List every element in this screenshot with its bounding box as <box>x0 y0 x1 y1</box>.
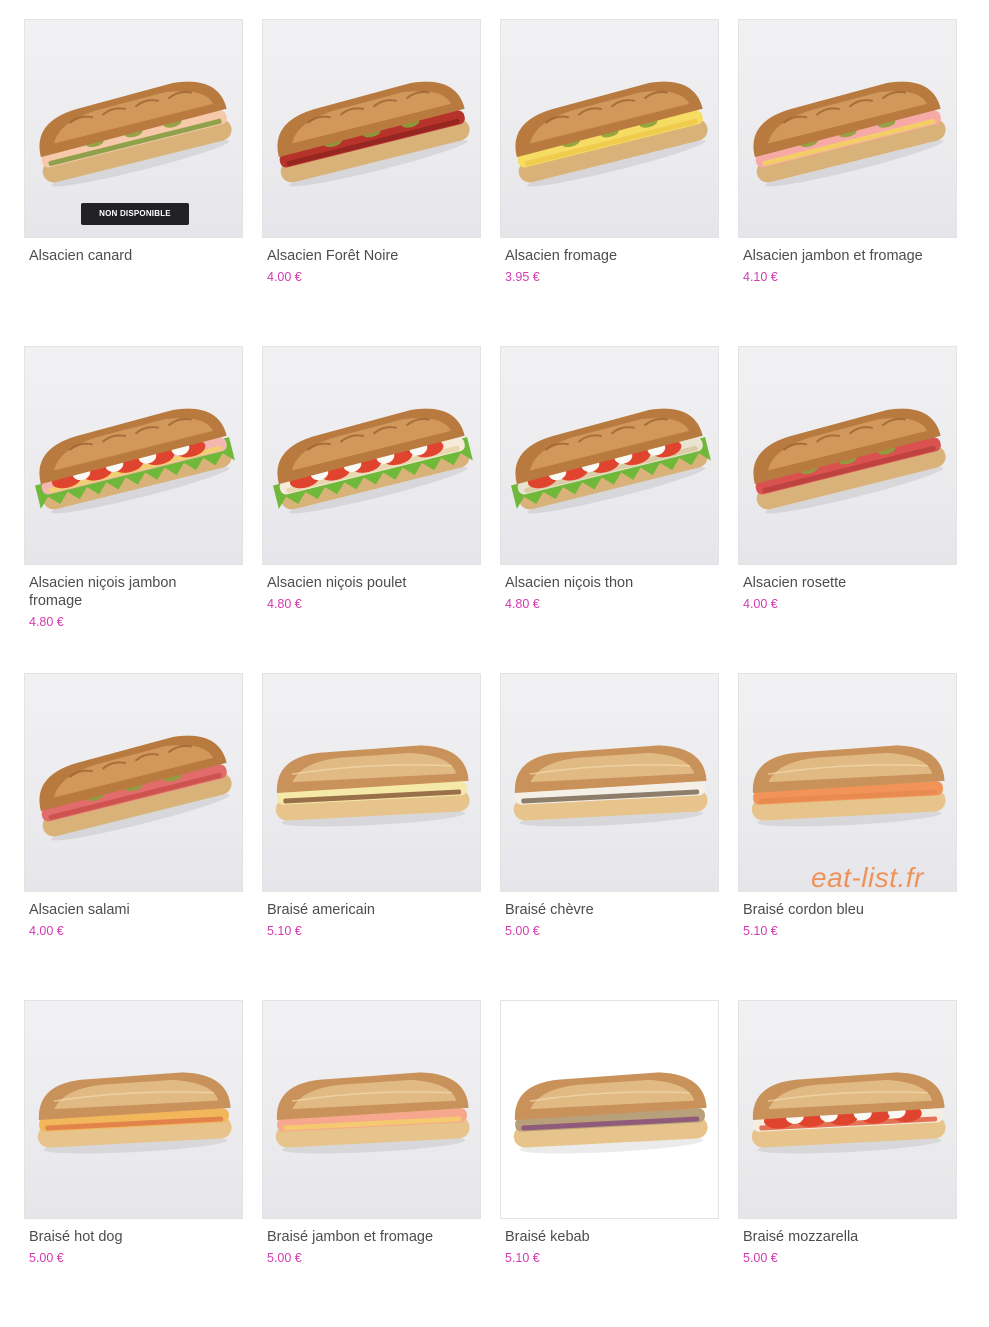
sandwich-illustration <box>277 81 470 187</box>
sandwich-illustration <box>513 745 708 827</box>
product-card[interactable]: Alsacien niçois poulet 4.80 € <box>262 346 481 673</box>
product-image[interactable] <box>500 346 719 565</box>
product-name[interactable]: Alsacien jambon et fromage <box>743 247 923 265</box>
product-name[interactable]: Braisé americain <box>267 901 447 919</box>
product-name[interactable]: Braisé chèvre <box>505 901 685 919</box>
product-name[interactable]: Braisé kebab <box>505 1228 685 1246</box>
product-image[interactable] <box>24 1000 243 1219</box>
sandwich-illustration <box>35 408 235 514</box>
product-card[interactable]: NON DISPONIBLE Alsacien canard <box>24 19 243 346</box>
product-card[interactable]: Braisé cordon bleu 5.10 € <box>738 673 957 1000</box>
product-card[interactable]: Braisé mozzarella 5.00 € <box>738 1000 957 1327</box>
product-card[interactable]: Braisé americain 5.10 € <box>262 673 481 1000</box>
product-price: 3.95 € <box>505 270 540 284</box>
product-card[interactable]: Alsacien niçois jambon fromage 4.80 € <box>24 346 243 673</box>
sandwich-image <box>513 745 708 827</box>
product-price: 5.00 € <box>267 1251 302 1265</box>
sandwich-image <box>751 745 946 827</box>
product-price: 5.10 € <box>743 924 778 938</box>
product-price: 4.10 € <box>743 270 778 284</box>
product-price: 4.80 € <box>505 597 540 611</box>
product-name[interactable]: Alsacien Forêt Noire <box>267 247 447 265</box>
product-image[interactable] <box>262 19 481 238</box>
product-card[interactable]: Braisé chèvre 5.00 € <box>500 673 719 1000</box>
sandwich-illustration <box>513 1072 708 1154</box>
product-price: 4.80 € <box>29 615 64 629</box>
product-name[interactable]: Braisé hot dog <box>29 1228 209 1246</box>
sandwich-image <box>513 1072 708 1154</box>
sandwich-image <box>511 408 711 514</box>
sandwich-image <box>39 81 232 187</box>
product-price: 4.00 € <box>743 597 778 611</box>
product-price: 4.00 € <box>267 270 302 284</box>
product-name[interactable]: Alsacien salami <box>29 901 209 919</box>
sandwich-illustration <box>273 408 473 514</box>
product-price: 5.00 € <box>505 924 540 938</box>
product-card[interactable]: Braisé kebab 5.10 € <box>500 1000 719 1327</box>
product-image[interactable] <box>738 673 957 892</box>
sandwich-illustration <box>275 1072 470 1154</box>
product-price: 5.00 € <box>29 1251 64 1265</box>
sandwich-illustration <box>511 408 711 514</box>
product-card[interactable]: Alsacien niçois thon 4.80 € <box>500 346 719 673</box>
product-card[interactable]: Alsacien rosette 4.00 € <box>738 346 957 673</box>
sandwich-illustration <box>753 408 946 514</box>
product-image[interactable] <box>500 673 719 892</box>
product-name[interactable]: Braisé jambon et fromage <box>267 1228 447 1246</box>
product-price: 5.10 € <box>267 924 302 938</box>
unavailable-badge: NON DISPONIBLE <box>81 203 189 225</box>
product-image[interactable] <box>500 19 719 238</box>
product-card[interactable]: Alsacien jambon et fromage 4.10 € <box>738 19 957 346</box>
product-image[interactable] <box>500 1000 719 1219</box>
product-image[interactable] <box>24 673 243 892</box>
product-image[interactable]: NON DISPONIBLE <box>24 19 243 238</box>
product-grid: NON DISPONIBLE Alsacien canard Alsacien Fo… <box>24 19 957 1327</box>
sandwich-image <box>37 1072 232 1154</box>
product-name[interactable]: Alsacien canard <box>29 247 209 265</box>
sandwich-image <box>275 1072 470 1154</box>
product-card[interactable]: Alsacien fromage 3.95 € <box>500 19 719 346</box>
sandwich-illustration <box>753 81 946 187</box>
product-name[interactable]: Braisé mozzarella <box>743 1228 923 1246</box>
product-name[interactable]: Braisé cordon bleu <box>743 901 923 919</box>
sandwich-image <box>39 735 232 841</box>
product-name[interactable]: Alsacien niçois poulet <box>267 574 447 592</box>
sandwich-image <box>751 1072 946 1154</box>
product-image[interactable] <box>738 19 957 238</box>
sandwich-image <box>273 408 473 514</box>
product-name[interactable]: Alsacien fromage <box>505 247 685 265</box>
product-name[interactable]: Alsacien niçois jambon fromage <box>29 574 209 610</box>
watermark: eat-list.fr <box>811 862 924 893</box>
product-card[interactable]: Braisé hot dog 5.00 € <box>24 1000 243 1327</box>
product-image[interactable] <box>262 1000 481 1219</box>
product-image[interactable] <box>738 1000 957 1219</box>
product-image[interactable] <box>738 346 957 565</box>
product-card[interactable]: Alsacien Forêt Noire 4.00 € <box>262 19 481 346</box>
product-price: 5.00 € <box>743 1251 778 1265</box>
sandwich-image <box>35 408 235 514</box>
product-card[interactable]: Alsacien salami 4.00 € <box>24 673 243 1000</box>
sandwich-image <box>515 81 708 187</box>
product-image[interactable] <box>262 673 481 892</box>
product-price: 4.00 € <box>29 924 64 938</box>
product-price: 5.10 € <box>505 1251 540 1265</box>
sandwich-image <box>275 745 470 827</box>
sandwich-image <box>753 408 946 514</box>
sandwich-image <box>753 81 946 187</box>
sandwich-illustration <box>39 735 232 841</box>
sandwich-illustration <box>37 1072 232 1154</box>
product-image[interactable] <box>262 346 481 565</box>
sandwich-illustration <box>751 745 946 827</box>
product-image[interactable] <box>24 346 243 565</box>
sandwich-image <box>277 81 470 187</box>
sandwich-illustration <box>275 745 470 827</box>
product-name[interactable]: Alsacien rosette <box>743 574 923 592</box>
product-card[interactable]: Braisé jambon et fromage 5.00 € <box>262 1000 481 1327</box>
sandwich-illustration <box>751 1072 946 1154</box>
product-price: 4.80 € <box>267 597 302 611</box>
sandwich-illustration <box>515 81 708 187</box>
product-name[interactable]: Alsacien niçois thon <box>505 574 685 592</box>
